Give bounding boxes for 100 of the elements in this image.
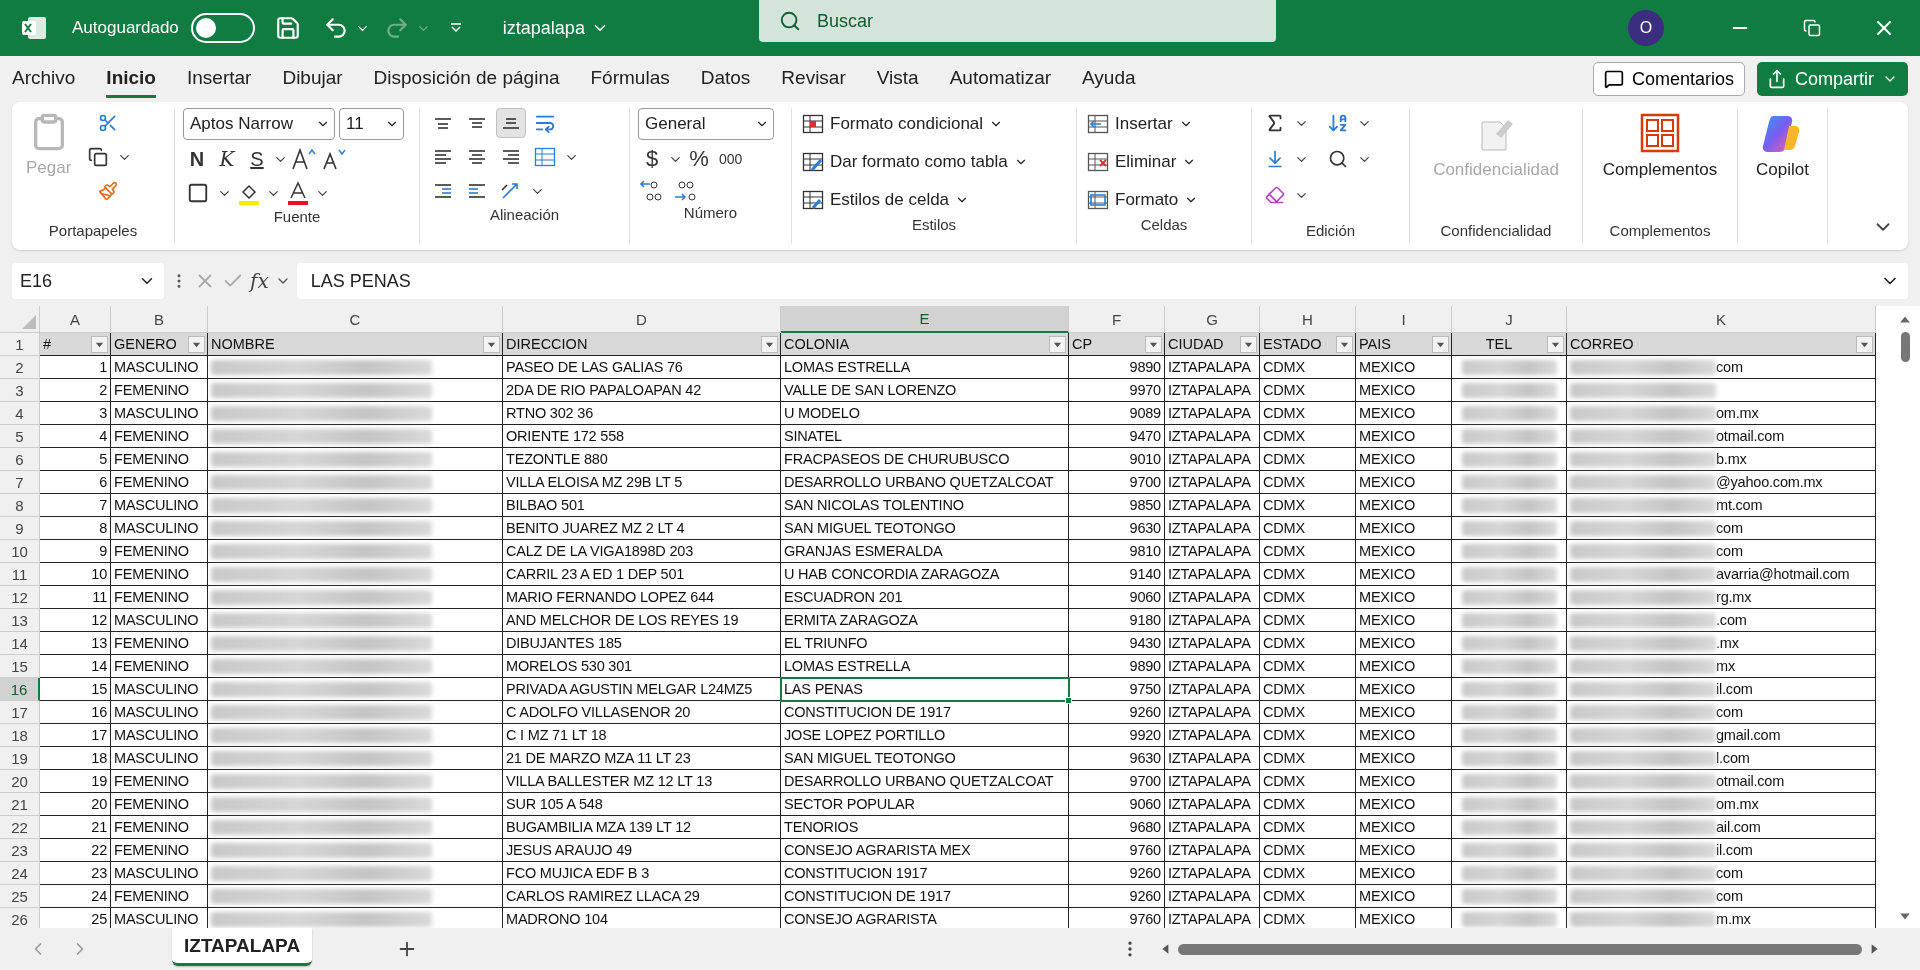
formula-field[interactable]: LAS PENAS xyxy=(296,263,1908,299)
increase-font-icon[interactable] xyxy=(290,146,318,172)
row-header[interactable]: 22 xyxy=(0,816,40,839)
row-header[interactable]: 14 xyxy=(0,632,40,655)
column-header[interactable]: J xyxy=(1452,306,1567,333)
autosave-toggle[interactable] xyxy=(190,13,255,43)
column-header[interactable]: F xyxy=(1069,306,1165,333)
restore-icon[interactable] xyxy=(1803,19,1821,37)
row-header[interactable]: 20 xyxy=(0,770,40,793)
styles-menu-button[interactable]: Dar formato como tabla xyxy=(800,146,1068,178)
share-button[interactable]: Compartir xyxy=(1757,62,1908,96)
user-avatar[interactable]: O xyxy=(1628,10,1664,46)
sheet-tab[interactable]: IZTAPALAPA xyxy=(172,928,313,966)
row-header[interactable]: 18 xyxy=(0,724,40,747)
search-field[interactable]: Buscar xyxy=(758,0,1276,42)
font-name-field[interactable]: Aptos Narrow xyxy=(183,108,335,140)
row-header[interactable]: 9 xyxy=(0,517,40,540)
row-header[interactable]: 24 xyxy=(0,862,40,885)
row-header[interactable]: 7 xyxy=(0,471,40,494)
percent-button[interactable]: % xyxy=(685,144,713,174)
copy-icon[interactable] xyxy=(88,147,109,167)
menu-tab[interactable]: Fórmulas xyxy=(590,60,670,98)
row-header[interactable]: 17 xyxy=(0,701,40,724)
menu-tab[interactable]: Revisar xyxy=(781,60,846,98)
row-header[interactable]: 13 xyxy=(0,609,40,632)
filter-button[interactable] xyxy=(1547,335,1564,353)
fill-handle[interactable] xyxy=(1065,697,1072,704)
styles-menu-button[interactable]: Estilos de celda xyxy=(800,184,1068,216)
menu-tab[interactable]: Ayuda xyxy=(1082,60,1136,98)
font-color-icon[interactable] xyxy=(285,180,311,206)
copilot-button[interactable]: Copilot xyxy=(1750,108,1815,244)
filter-button[interactable] xyxy=(1856,335,1873,353)
vertical-align-button[interactable] xyxy=(496,108,526,138)
column-header[interactable]: D xyxy=(503,306,781,333)
font-size-field[interactable]: 11 xyxy=(339,108,404,140)
row-header[interactable]: 23 xyxy=(0,839,40,862)
file-name-button[interactable]: iztapalapa xyxy=(502,17,609,39)
cells-menu-button[interactable]: Eliminar xyxy=(1085,146,1243,178)
row-header[interactable]: 6 xyxy=(0,448,40,471)
column-header[interactable]: G xyxy=(1165,306,1260,333)
scroll-thumb[interactable] xyxy=(1178,943,1862,955)
row-header[interactable]: 2 xyxy=(0,356,40,379)
thousands-button[interactable]: 000 xyxy=(715,144,747,174)
filter-button[interactable] xyxy=(1145,335,1162,353)
row-header[interactable]: 3 xyxy=(0,379,40,402)
column-header[interactable]: H xyxy=(1260,306,1356,333)
column-header[interactable]: K xyxy=(1567,306,1876,333)
filter-button[interactable] xyxy=(188,335,205,353)
bold-button[interactable]: N xyxy=(183,144,211,174)
scroll-thumb[interactable] xyxy=(1900,332,1910,362)
row-header[interactable]: 21 xyxy=(0,793,40,816)
comments-button[interactable]: Comentarios xyxy=(1592,62,1745,96)
customize-toolbar-icon[interactable] xyxy=(448,21,463,35)
filter-button[interactable] xyxy=(1240,335,1257,353)
row-header[interactable]: 26 xyxy=(0,908,40,928)
add-ins-button[interactable]: Complementos xyxy=(1596,108,1724,222)
cells-menu-button[interactable]: Formato xyxy=(1085,184,1243,216)
column-header[interactable]: B xyxy=(111,306,208,333)
column-header[interactable]: C xyxy=(208,306,503,333)
menu-tab[interactable]: Vista xyxy=(876,60,919,98)
menu-tab[interactable]: Archivo xyxy=(12,60,76,98)
italic-button[interactable]: K xyxy=(213,144,241,174)
eraser-icon[interactable] xyxy=(1265,185,1285,205)
menu-tab[interactable]: Automatizar xyxy=(949,60,1052,98)
format-painter-icon[interactable] xyxy=(97,181,118,201)
filter-button[interactable] xyxy=(761,335,778,353)
cut-icon[interactable] xyxy=(97,113,118,133)
cells-menu-button[interactable]: Insertar xyxy=(1085,108,1243,140)
filter-button[interactable] xyxy=(483,335,500,353)
currency-button[interactable]: $ xyxy=(638,144,666,174)
save-icon[interactable] xyxy=(274,15,301,41)
active-cell[interactable]: LAS PENAS xyxy=(781,678,1069,701)
row-header[interactable]: 11 xyxy=(0,563,40,586)
row-header[interactable]: 5 xyxy=(0,425,40,448)
row-header[interactable]: 16 xyxy=(0,678,40,701)
spreadsheet-logo-icon[interactable] xyxy=(20,14,48,42)
name-box[interactable]: E16 xyxy=(12,263,164,299)
row-header[interactable]: 25 xyxy=(0,885,40,908)
number-format-field[interactable]: General xyxy=(638,108,774,140)
filter-button[interactable] xyxy=(1049,335,1066,353)
column-header[interactable]: A xyxy=(40,306,111,333)
row-header[interactable]: 15 xyxy=(0,655,40,678)
styles-menu-button[interactable]: Formato condicional xyxy=(800,108,1068,140)
insert-function-button[interactable]: fx xyxy=(250,269,269,293)
filter-button[interactable] xyxy=(91,335,108,353)
filter-button[interactable] xyxy=(1336,335,1353,353)
menu-tab[interactable]: Disposición de página xyxy=(373,60,560,98)
column-header[interactable]: E xyxy=(781,306,1069,333)
row-header[interactable]: 19 xyxy=(0,747,40,770)
sort-filter-icon[interactable] xyxy=(1327,112,1349,134)
filter-button[interactable] xyxy=(1432,335,1449,353)
fill-down-icon[interactable] xyxy=(1265,149,1285,169)
row-header[interactable]: 4 xyxy=(0,402,40,425)
row-header[interactable]: 10 xyxy=(0,540,40,563)
row-header[interactable]: 1 xyxy=(0,333,40,356)
column-header[interactable]: I xyxy=(1356,306,1452,333)
row-header[interactable]: 8 xyxy=(0,494,40,517)
search-icon[interactable] xyxy=(1328,149,1348,169)
menu-tab[interactable]: Insertar xyxy=(187,60,252,98)
menu-tab[interactable]: Inicio xyxy=(106,60,156,98)
